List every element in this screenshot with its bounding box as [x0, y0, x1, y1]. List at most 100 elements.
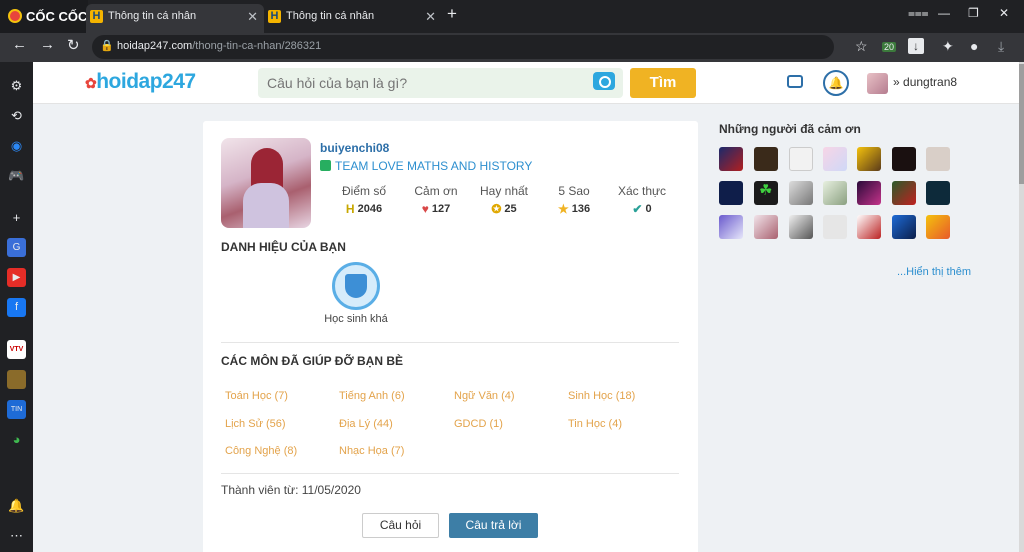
- subject-link[interactable]: Tiếng Anh (6): [339, 390, 405, 402]
- reload-icon[interactable]: ↻: [67, 36, 80, 54]
- search-box[interactable]: Câu hỏi của bạn là gì?: [258, 68, 623, 98]
- subject-link[interactable]: Tin Học (4): [568, 418, 622, 430]
- messenger-icon[interactable]: ◉: [7, 136, 26, 155]
- chat-icon[interactable]: [787, 75, 803, 88]
- vtv-icon[interactable]: VTV: [7, 340, 26, 359]
- subject-link[interactable]: Địa Lý (44): [339, 418, 393, 430]
- show-more-link[interactable]: ...Hiển thị thêm: [897, 266, 971, 278]
- game-app-icon[interactable]: [7, 370, 26, 389]
- browser-brand[interactable]: CỐC CỐC: [0, 0, 88, 33]
- profile-username[interactable]: buiyenchi08: [320, 141, 389, 155]
- thanker-avatar[interactable]: [892, 147, 916, 171]
- tab-title: Thông tin cá nhân: [108, 10, 197, 22]
- profile-team[interactable]: TEAM LOVE MATHS AND HISTORY: [320, 159, 532, 173]
- thanker-avatar[interactable]: [754, 215, 778, 239]
- forward-icon[interactable]: →: [40, 36, 55, 53]
- thanker-avatar[interactable]: [789, 215, 813, 239]
- stat-label: Xác thực: [617, 184, 667, 198]
- news-app-icon[interactable]: TIN: [7, 400, 26, 419]
- thanker-avatar[interactable]: [857, 181, 881, 205]
- current-user-menu[interactable]: » dungtran8: [893, 75, 957, 89]
- youtube-icon[interactable]: ▶: [7, 268, 26, 287]
- minimize-icon[interactable]: —: [938, 6, 950, 20]
- thanker-avatar[interactable]: [719, 215, 743, 239]
- site-logo[interactable]: ✿hoidap247: [85, 70, 196, 94]
- subject-link[interactable]: GDCD (1): [454, 418, 503, 430]
- subject-link[interactable]: Nhạc Họa (7): [339, 445, 404, 457]
- translate-icon[interactable]: G: [7, 238, 26, 257]
- scrollbar-thumb[interactable]: [1019, 64, 1024, 184]
- thanker-avatar[interactable]: [719, 181, 743, 205]
- verified-icon: ✔: [632, 202, 643, 216]
- thanker-avatar[interactable]: [789, 147, 813, 171]
- subject-link[interactable]: Ngữ Văn (4): [454, 390, 515, 402]
- divider: [221, 473, 679, 474]
- stat-points: Điểm số H 2046: [334, 184, 394, 216]
- back-icon[interactable]: ←: [12, 36, 27, 53]
- history-icon[interactable]: ⟲: [7, 106, 26, 125]
- subject-link[interactable]: Công Nghệ (8): [225, 445, 297, 457]
- add-app-icon[interactable]: +: [7, 208, 26, 227]
- tab-bar: CỐC CỐC H Thông tin cá nhân ✕ H Thông ti…: [0, 0, 1024, 33]
- url-path: /thong-tin-ca-nhan/286321: [192, 40, 322, 52]
- thanker-avatar[interactable]: [823, 181, 847, 205]
- download-icon[interactable]: ↓: [908, 38, 924, 54]
- thanker-avatar[interactable]: ☘: [754, 181, 778, 205]
- bell-icon[interactable]: 🔔: [823, 70, 849, 96]
- stat-value: 127: [431, 203, 451, 215]
- page-scrollbar[interactable]: [1019, 62, 1024, 552]
- stat-value: 25: [504, 203, 517, 215]
- subjects-heading: CÁC MÔN ĐÃ GIÚP ĐỠ BẠN BÈ: [221, 354, 404, 368]
- notifications-icon[interactable]: 🔔: [7, 496, 26, 515]
- facebook-icon[interactable]: f: [7, 298, 26, 317]
- close-tab-icon[interactable]: ✕: [425, 4, 436, 29]
- thanker-avatar[interactable]: [892, 215, 916, 239]
- settings-icon[interactable]: ⚙: [7, 76, 26, 95]
- thanker-avatar[interactable]: [892, 181, 916, 205]
- close-tab-icon[interactable]: ✕: [247, 4, 258, 29]
- subject-link[interactable]: Sinh Học (18): [568, 390, 635, 402]
- site-header: ✿hoidap247 Câu hỏi của bạn là gì? Tìm 🔔 …: [33, 62, 1019, 104]
- thanker-avatar[interactable]: [926, 147, 950, 171]
- current-user-name: dungtran8: [903, 75, 958, 89]
- more-icon[interactable]: ⋯: [7, 526, 26, 545]
- game-icon[interactable]: 🎮: [7, 166, 26, 185]
- search-input[interactable]: Câu hỏi của bạn là gì?: [267, 75, 407, 91]
- subject-link[interactable]: Lịch Sử (56): [225, 418, 286, 430]
- tab-inactive[interactable]: H Thông tin cá nhân ✕: [264, 4, 442, 33]
- green-app-icon[interactable]: ◕: [7, 430, 26, 449]
- download-badge[interactable]: 20: [882, 42, 897, 52]
- bookmark-star-icon[interactable]: ☆: [855, 38, 868, 55]
- thanker-avatar[interactable]: [823, 215, 847, 239]
- page-viewport: ✿hoidap247 Câu hỏi của bạn là gì? Tìm 🔔 …: [33, 62, 1019, 552]
- thanker-avatar[interactable]: [857, 215, 881, 239]
- stat-value: 2046: [357, 203, 383, 215]
- profile-icon[interactable]: ●: [970, 38, 978, 54]
- address-bar[interactable]: 🔒 hoidap247.com/thong-tin-ca-nhan/286321: [92, 35, 834, 59]
- search-button[interactable]: Tìm: [630, 68, 696, 98]
- thanker-avatar[interactable]: [754, 147, 778, 171]
- thanker-avatar[interactable]: [926, 215, 950, 239]
- thanker-avatar[interactable]: [789, 181, 813, 205]
- questions-button[interactable]: Câu hỏi: [362, 513, 439, 538]
- thanker-avatar[interactable]: [857, 147, 881, 171]
- tab-active[interactable]: H Thông tin cá nhân ✕: [86, 4, 264, 33]
- thanker-avatar[interactable]: [719, 147, 743, 171]
- thanker-avatar[interactable]: [823, 147, 847, 171]
- thanker-avatar[interactable]: [926, 181, 950, 205]
- extensions-icon[interactable]: ✦: [942, 38, 954, 55]
- new-tab-icon[interactable]: +: [447, 4, 457, 24]
- downloads-manager-icon[interactable]: ⤓: [998, 38, 1004, 55]
- maximize-icon[interactable]: ❐: [968, 6, 979, 20]
- heart-icon: ♥: [421, 202, 429, 216]
- lock-icon: 🔒: [100, 40, 114, 52]
- profile-avatar: [221, 138, 311, 228]
- tab-search-icon[interactable]: ⩶: [908, 6, 929, 21]
- stat-five-star: 5 Sao ★ 136: [544, 184, 604, 216]
- close-window-icon[interactable]: ✕: [999, 6, 1009, 20]
- answers-button[interactable]: Câu trả lời: [449, 513, 538, 538]
- camera-icon[interactable]: [593, 72, 615, 90]
- avatar[interactable]: [867, 73, 888, 94]
- titles-heading: DANH HIỆU CỦA BẠN: [221, 240, 346, 254]
- subject-link[interactable]: Toán Học (7): [225, 390, 288, 402]
